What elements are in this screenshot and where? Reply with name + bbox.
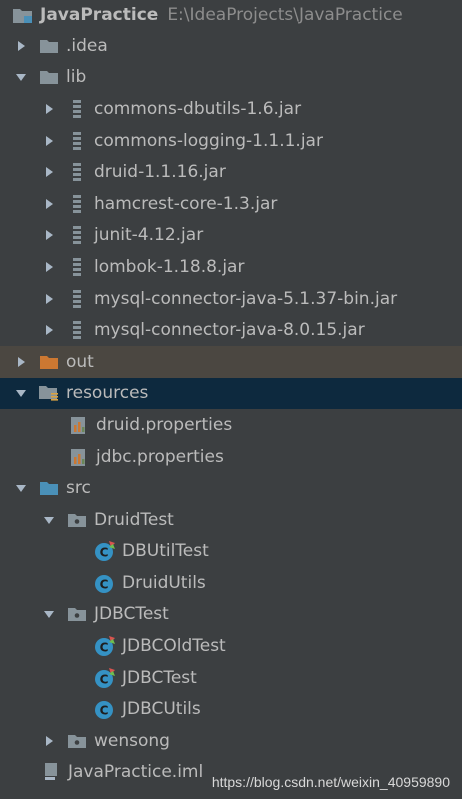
chevron-right-icon[interactable]: [40, 132, 58, 150]
tree-label-package: JDBCTest: [94, 604, 169, 625]
svg-text:C: C: [100, 641, 109, 655]
project-path: E:\IdeaProjects\JavaPractice: [167, 5, 403, 25]
tree-label-package: wensong: [94, 730, 170, 751]
tree-label-out: out: [66, 351, 94, 372]
tree-label-lib: lib: [66, 67, 87, 88]
svg-text:C: C: [100, 577, 109, 591]
tree-row-package[interactable]: DruidTest: [0, 504, 462, 536]
tree-row-idea[interactable]: .idea: [0, 30, 462, 62]
chevron-right-icon[interactable]: [40, 226, 58, 244]
tree-label-resources: resources: [66, 383, 149, 404]
java-class-icon: C: [94, 667, 116, 688]
jar-icon: [66, 131, 88, 151]
tree-label-iml: JavaPractice.iml: [68, 762, 204, 783]
tree-row-project-root[interactable]: JavaPractice E:\IdeaProjects\JavaPractic…: [0, 0, 462, 30]
package-icon: [66, 604, 88, 624]
excluded-folder-icon: [38, 352, 60, 372]
tree-label-jar: mysql-connector-java-8.0.15.jar: [94, 320, 365, 341]
tree-row-package[interactable]: JDBCTest: [0, 599, 462, 631]
java-class-icon: C: [94, 541, 116, 562]
tree-row-class[interactable]: C JDBCUtils: [0, 693, 462, 725]
iml-file-icon: [40, 762, 62, 782]
svg-text:C: C: [100, 672, 109, 686]
chevron-down-icon[interactable]: [12, 68, 30, 86]
tree-row-jar[interactable]: druid-1.1.16.jar: [0, 156, 462, 188]
tree-label-class: JDBCUtils: [122, 699, 201, 720]
tree-row-src[interactable]: src: [0, 472, 462, 504]
tree-label-jar: commons-dbutils-1.6.jar: [94, 98, 302, 119]
project-name: JavaPractice: [40, 5, 159, 25]
chevron-down-icon[interactable]: [40, 511, 58, 529]
chevron-down-icon[interactable]: [40, 605, 58, 623]
chevron-right-icon[interactable]: [40, 732, 58, 750]
tree-row-resources[interactable]: resources: [0, 377, 462, 410]
package-icon: [66, 510, 88, 530]
jar-icon: [66, 194, 88, 214]
tree-row-jar[interactable]: hamcrest-core-1.3.jar: [0, 188, 462, 220]
chevron-right-icon[interactable]: [40, 100, 58, 118]
tree-row-class[interactable]: C DBUtilTest: [0, 536, 462, 568]
properties-file-icon: [68, 447, 90, 467]
folder-icon: [38, 67, 60, 87]
tree-row-lib[interactable]: lib: [0, 62, 462, 94]
tree-label-class: DBUtilTest: [122, 541, 209, 562]
tree-row-jar[interactable]: mysql-connector-java-5.1.37-bin.jar: [0, 283, 462, 315]
chevron-right-icon[interactable]: [40, 290, 58, 308]
chevron-right-icon[interactable]: [40, 258, 58, 276]
tree-label-jar: hamcrest-core-1.3.jar: [94, 193, 278, 214]
source-folder-icon: [38, 478, 60, 498]
java-class-icon: C: [94, 573, 116, 593]
tree-row-package[interactable]: wensong: [0, 725, 462, 757]
tree-label-properties: druid.properties: [96, 414, 233, 435]
tree-row-jar[interactable]: mysql-connector-java-8.0.15.jar: [0, 314, 462, 346]
jar-icon: [66, 162, 88, 182]
tree-label-properties: jdbc.properties: [96, 446, 224, 467]
java-class-icon: C: [94, 636, 116, 657]
chevron-right-icon[interactable]: [40, 321, 58, 339]
tree-row-out[interactable]: out: [0, 345, 462, 378]
jar-icon: [66, 99, 88, 119]
tree-label-class: JDBCOldTest: [122, 636, 226, 657]
chevron-right-icon[interactable]: [12, 353, 30, 371]
chevron-right-icon[interactable]: [12, 37, 30, 55]
java-class-icon: C: [94, 699, 116, 720]
folder-icon: [38, 36, 60, 56]
tree-row-jar[interactable]: lombok-1.18.8.jar: [0, 251, 462, 283]
tree-row-jar[interactable]: junit-4.12.jar: [0, 220, 462, 252]
package-icon: [66, 731, 88, 751]
chevron-down-icon[interactable]: [12, 384, 30, 402]
chevron-down-icon[interactable]: [12, 479, 30, 497]
chevron-right-icon[interactable]: [40, 163, 58, 181]
resources-folder-icon: [38, 383, 60, 403]
tree-label-idea: .idea: [66, 35, 108, 56]
tree-label-package: DruidTest: [94, 509, 174, 530]
tree-row-properties[interactable]: druid.properties: [0, 409, 462, 441]
tree-label-jar: druid-1.1.16.jar: [94, 162, 226, 183]
tree-row-properties[interactable]: jdbc.properties: [0, 441, 462, 473]
tree-label-jar: mysql-connector-java-5.1.37-bin.jar: [94, 288, 398, 309]
module-icon: [12, 5, 34, 25]
jar-icon: [66, 257, 88, 277]
tree-row-jar[interactable]: commons-logging-1.1.1.jar: [0, 125, 462, 157]
tree-row-jar[interactable]: commons-dbutils-1.6.jar: [0, 93, 462, 125]
tree-row-class[interactable]: C JDBCOldTest: [0, 630, 462, 662]
tree-label-class: JDBCTest: [122, 667, 197, 688]
watermark-text: https://blog.csdn.net/weixin_40959890: [211, 774, 450, 790]
tree-label-class: DruidUtils: [122, 572, 206, 593]
chevron-right-icon[interactable]: [40, 195, 58, 213]
tree-row-class[interactable]: C DruidUtils: [0, 567, 462, 599]
tree-label-jar: junit-4.12.jar: [94, 225, 204, 246]
tree-row-class[interactable]: C JDBCTest: [0, 662, 462, 694]
properties-file-icon: [68, 415, 90, 435]
jar-icon: [66, 289, 88, 309]
jar-icon: [66, 225, 88, 245]
tree-label-jar: lombok-1.18.8.jar: [94, 256, 245, 277]
tree-label-src: src: [66, 478, 91, 499]
tree-label-jar: commons-logging-1.1.1.jar: [94, 130, 323, 151]
project-tree: JavaPractice E:\IdeaProjects\JavaPractic…: [0, 0, 462, 788]
svg-text:C: C: [100, 546, 109, 560]
jar-icon: [66, 320, 88, 340]
svg-text:C: C: [100, 704, 109, 718]
